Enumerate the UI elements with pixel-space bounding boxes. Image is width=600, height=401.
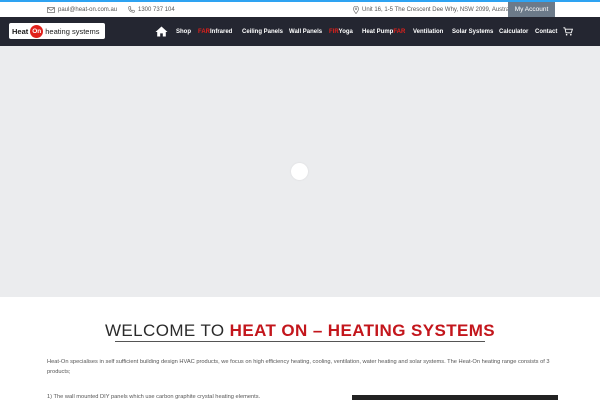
- home-icon[interactable]: [155, 17, 168, 46]
- phone-text: 1300 737 104: [138, 6, 175, 13]
- nav-item-contact[interactable]: Contact: [535, 17, 557, 46]
- nav-item-heat-pump[interactable]: Heat Pump FAR: [362, 17, 405, 46]
- welcome-heading: WELCOME TO HEAT ON – HEATING SYSTEMS: [0, 321, 600, 341]
- nav-item-ventilation[interactable]: Ventilation: [413, 17, 443, 46]
- welcome-heading-part2: HEAT ON – HEATING SYSTEMS: [229, 321, 496, 340]
- address-text: Unit 16, 1-5 The Crescent Dee Why, NSW 2…: [362, 6, 516, 13]
- main-navbar: Heat On heating systems Shop FAR Infrare…: [0, 17, 600, 46]
- welcome-heading-part1: WELCOME TO: [104, 321, 230, 340]
- nav-item-far-infrared[interactable]: FAR Infrared: [198, 17, 232, 46]
- media-box: [352, 395, 558, 400]
- email-link[interactable]: paul@heat-on.com.au: [47, 2, 117, 17]
- site-logo[interactable]: Heat On heating systems: [9, 23, 105, 39]
- cart-icon[interactable]: [563, 17, 573, 46]
- hero-slider: [0, 46, 600, 297]
- my-account-button[interactable]: My Account: [508, 2, 555, 17]
- logo-rest-text: heating systems: [45, 26, 100, 36]
- nav-item-calculator[interactable]: Calculator: [499, 17, 528, 46]
- logo-on-badge: On: [30, 24, 44, 38]
- loading-spinner: [291, 163, 308, 180]
- nav-item-wall-panels[interactable]: Wall Panels: [289, 17, 322, 46]
- logo-heat-text: Heat: [12, 26, 29, 36]
- nav-item-shop[interactable]: Shop: [176, 17, 191, 46]
- phone-link[interactable]: 1300 737 104: [128, 2, 175, 17]
- nav-item-fir-yoga[interactable]: FIR Yoga: [329, 17, 353, 46]
- heading-underline: [115, 341, 485, 342]
- envelope-icon: [47, 6, 55, 13]
- map-pin-icon: [353, 5, 359, 14]
- nav-item-solar-systems[interactable]: Solar Systems: [452, 17, 493, 46]
- address-link[interactable]: Unit 16, 1-5 The Crescent Dee Why, NSW 2…: [353, 2, 515, 17]
- phone-icon: [128, 6, 135, 13]
- email-text: paul@heat-on.com.au: [58, 6, 118, 13]
- nav-item-ceiling-panels[interactable]: Ceiling Panels: [242, 17, 283, 46]
- intro-paragraph: Heat-On specialises in self sufficient b…: [47, 359, 550, 375]
